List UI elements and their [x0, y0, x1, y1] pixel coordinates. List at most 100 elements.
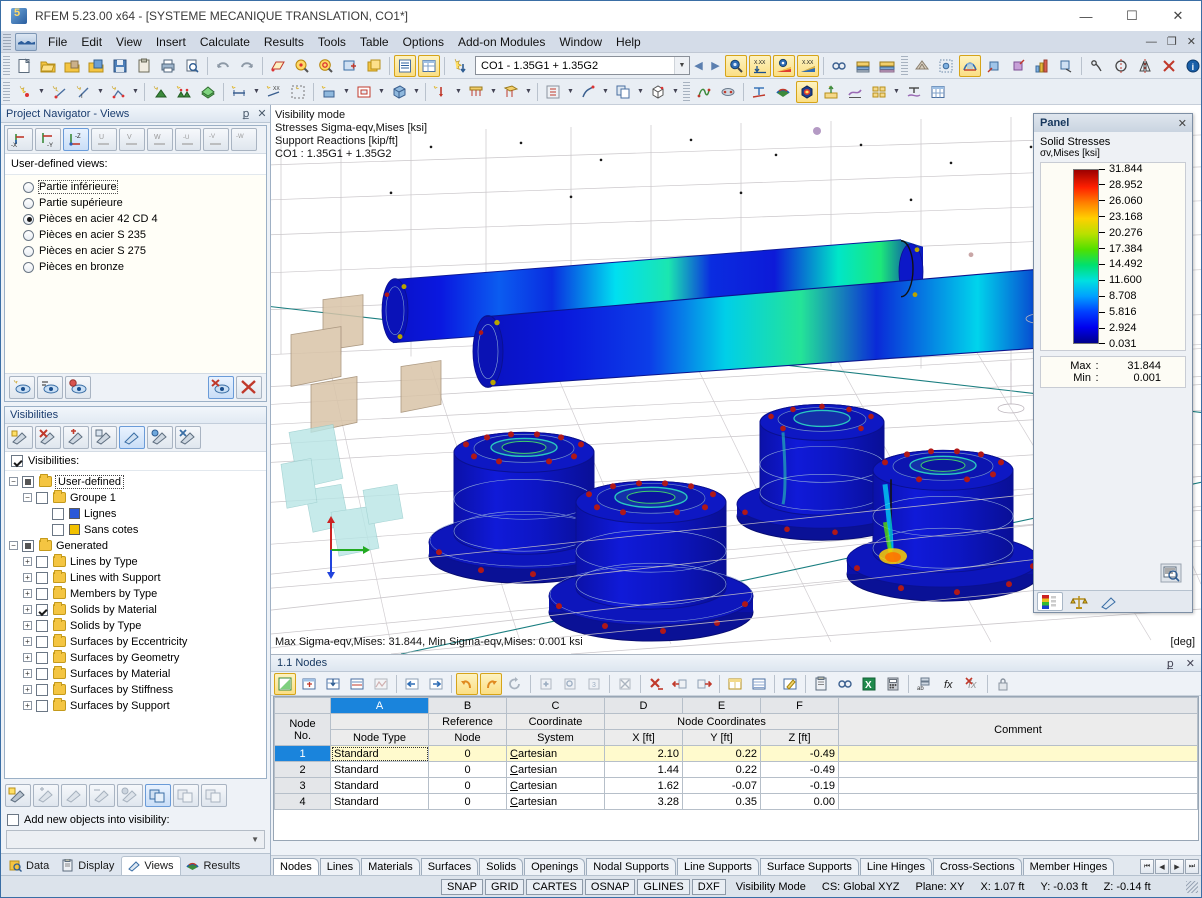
cell-y[interactable]: 0.22	[682, 761, 761, 778]
menu-item-results[interactable]: Results	[257, 33, 311, 51]
row-number[interactable]: 2	[274, 761, 331, 778]
tree-item-lines-by-type[interactable]: + Lines by Type	[9, 554, 266, 570]
expand-icon[interactable]: +	[23, 685, 32, 695]
tree-checkbox[interactable]	[52, 507, 64, 520]
table-pin-icon[interactable]: ք	[1161, 657, 1180, 670]
row-number[interactable]: 1	[274, 745, 331, 762]
load-distribution-icon[interactable]	[852, 55, 874, 77]
tree-checkbox[interactable]	[36, 683, 48, 696]
result-diagram-icon[interactable]	[773, 54, 795, 77]
table-next-page-icon[interactable]	[425, 673, 447, 695]
show-tables-icon[interactable]	[394, 54, 416, 77]
visibility-option3-button[interactable]	[89, 784, 115, 807]
table-tab-member-hinges[interactable]: Member Hinges	[1022, 858, 1115, 875]
table-lock-icon[interactable]	[992, 673, 1014, 695]
tree-item-solids-by-type[interactable]: + Solids by Type	[9, 618, 266, 634]
view-dir-minus-w-button[interactable]: -W	[231, 128, 257, 151]
tab-display[interactable]: Display	[56, 857, 121, 875]
fe-mesh-icon[interactable]	[911, 55, 933, 77]
render-glasses-icon[interactable]	[828, 55, 850, 77]
cell-x[interactable]: 1.44	[604, 761, 683, 778]
collapse-icon[interactable]: −	[9, 541, 18, 551]
table-format-header-icon[interactable]	[724, 673, 746, 695]
new-node-icon[interactable]	[13, 81, 35, 103]
undo-icon[interactable]	[212, 55, 234, 77]
table-row[interactable]: 4 Standard 0 Cartesian 3.28 0.35 0.00	[274, 793, 1198, 810]
new-solid-icon[interactable]	[388, 81, 410, 103]
add-new-objects-row[interactable]: Add new objects into visibility:	[1, 810, 270, 830]
table-delete-row-icon[interactable]	[645, 673, 667, 695]
open-project-icon[interactable]	[61, 55, 83, 77]
navigator-close-icon[interactable]: ✕	[254, 107, 270, 120]
numbering-icon[interactable]	[717, 81, 739, 103]
menu-item-table[interactable]: Table	[353, 33, 396, 51]
group-layers2-button[interactable]	[173, 784, 199, 807]
toolbar2-grip-1[interactable]	[3, 81, 10, 102]
collapse-icon[interactable]: −	[23, 493, 32, 503]
window-maximize-button[interactable]: ☐	[1109, 1, 1155, 31]
new-load-case-icon[interactable]	[449, 55, 471, 77]
deformation-variant2-icon[interactable]	[1007, 55, 1029, 77]
tree-checkbox[interactable]	[36, 635, 48, 648]
chevron-down-icon[interactable]: ▼	[251, 835, 259, 844]
table-edit-cell-icon[interactable]	[779, 673, 801, 695]
cell-reference-node[interactable]: 0	[428, 793, 507, 810]
cell-coordinate-system[interactable]: CCartesianartesian	[506, 745, 605, 762]
load-combination-icon[interactable]	[876, 55, 898, 77]
expand-icon[interactable]: +	[23, 621, 32, 631]
hide-view-button[interactable]	[208, 375, 234, 399]
table-calculator-icon[interactable]	[882, 673, 904, 695]
new-free-load-icon[interactable]	[542, 81, 564, 103]
table-tab-line-hinges[interactable]: Line Hinges	[859, 858, 933, 875]
mirror-rotate-icon[interactable]	[1110, 55, 1132, 77]
new-surface-icon[interactable]	[318, 81, 340, 103]
tree-checkbox[interactable]	[36, 603, 48, 616]
table-delete-left-icon[interactable]	[669, 673, 691, 695]
table-format-grid-icon[interactable]	[748, 673, 770, 695]
view-option-acier-s275[interactable]: Pièces en acier S 275	[23, 243, 266, 259]
support-reactions-icon[interactable]	[820, 81, 842, 103]
edit-view-button[interactable]	[37, 375, 63, 399]
table-tab-surface-supports[interactable]: Surface Supports	[759, 858, 859, 875]
table-redo-icon[interactable]	[480, 672, 502, 695]
mdi-close-button[interactable]: ✕	[1182, 35, 1201, 48]
tab-nav-next[interactable]: ▶	[1170, 859, 1184, 874]
table-select-all-icon[interactable]	[298, 673, 320, 695]
cell-node-type[interactable]: Standard	[330, 745, 429, 762]
cell-y[interactable]: 0.35	[682, 793, 761, 810]
cell-coordinate-system[interactable]: Cartesian	[506, 793, 605, 810]
redo-icon[interactable]	[236, 55, 258, 77]
row-number[interactable]: 3	[274, 777, 331, 794]
view-dir-minus-z-button[interactable]: -Z	[63, 128, 89, 151]
menu-item-tools[interactable]: Tools	[311, 33, 353, 51]
panel-tab-view[interactable]	[1095, 592, 1121, 611]
results-on-surfaces-icon[interactable]	[725, 54, 747, 77]
view-dir-minus-x-button[interactable]: -X	[7, 128, 33, 151]
show-deformation-icon[interactable]	[959, 54, 981, 77]
new-member-load-dropdown[interactable]: ▼	[488, 81, 499, 103]
view-cube-icon[interactable]	[647, 81, 669, 103]
result-sections-icon[interactable]	[868, 81, 890, 103]
table-chart-icon[interactable]	[370, 673, 392, 695]
view-dir-minus-v-button[interactable]: -V	[203, 128, 229, 151]
tree-checkbox[interactable]	[36, 587, 48, 600]
result-diagram-line-icon[interactable]	[903, 81, 925, 103]
mdi-minimize-button[interactable]: —	[1141, 36, 1162, 48]
tree-item-lignes[interactable]: Lignes	[9, 506, 266, 522]
new-member-set-icon[interactable]	[287, 81, 309, 103]
clipboard-icon[interactable]	[133, 55, 155, 77]
tree-item-generated[interactable]: − Generated	[9, 538, 266, 554]
view-dir-minus-y-button[interactable]: -Y	[35, 128, 61, 151]
table-delete-right-icon[interactable]	[693, 673, 715, 695]
new-surface-dropdown[interactable]: ▼	[341, 81, 352, 103]
copy-object-dropdown[interactable]: ▼	[635, 81, 646, 103]
column-letter-e[interactable]: E	[682, 697, 761, 714]
menu-item-options[interactable]: Options	[396, 33, 451, 51]
status-toggle-dxf[interactable]: DXF	[691, 878, 726, 895]
collapse-icon[interactable]: −	[9, 477, 18, 487]
color-spectrum-icon[interactable]	[772, 81, 794, 103]
status-toggle-osnap[interactable]: OSNAP	[584, 878, 636, 895]
menu-item-edit[interactable]: Edit	[74, 33, 109, 51]
new-member-dropdown[interactable]: ▼	[251, 81, 262, 103]
max-min-values-icon[interactable]: X.XX	[797, 54, 819, 77]
